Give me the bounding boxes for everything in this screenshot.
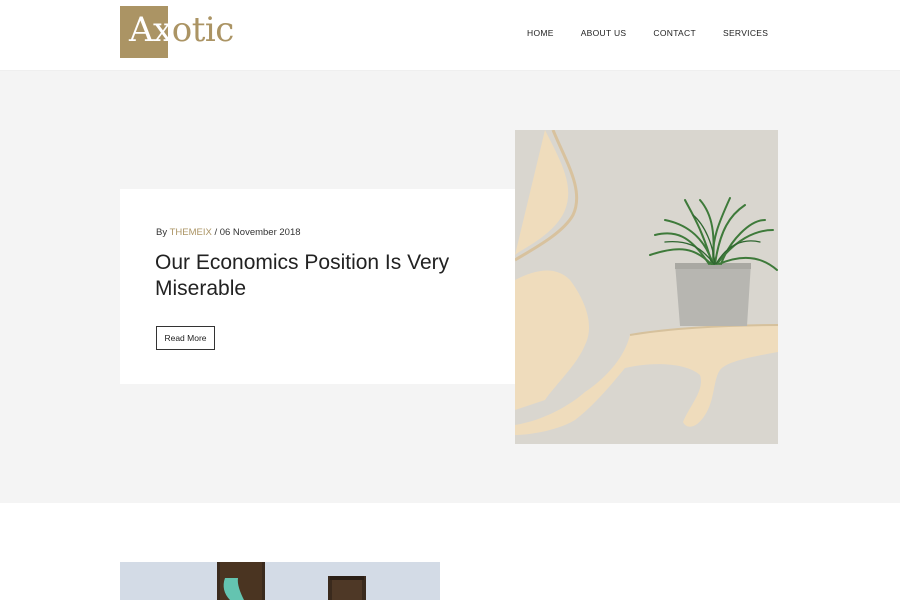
featured-post-section: By THEMEIX / 06 November 2018 Our Econom…: [0, 71, 900, 503]
nav-item-contact[interactable]: CONTACT: [653, 28, 696, 38]
site-header: Axotic HOME ABOUT US CONTACT SERVICES: [0, 0, 900, 71]
meta-prefix: By: [156, 227, 168, 238]
post-title[interactable]: Our Economics Position Is Very Miserable: [155, 250, 485, 302]
plant-on-branch-shelf-image[interactable]: [515, 130, 778, 444]
main-nav: HOME ABOUT US CONTACT SERVICES: [527, 28, 795, 38]
read-more-button[interactable]: Read More: [156, 326, 215, 350]
post-author-link[interactable]: THEMEIX: [170, 227, 212, 238]
post-date: 06 November 2018: [219, 227, 301, 238]
meta-separator: /: [214, 227, 218, 238]
logo-text-part2: otic: [171, 10, 235, 50]
site-logo[interactable]: Axotic: [120, 6, 234, 58]
post-meta: By THEMEIX / 06 November 2018: [156, 227, 301, 238]
nav-item-about-us[interactable]: ABOUT US: [581, 28, 627, 38]
post-card: By THEMEIX / 06 November 2018 Our Econom…: [120, 189, 515, 384]
bottles-image[interactable]: [120, 562, 440, 600]
logo-wordmark: Axotic: [129, 10, 234, 50]
nav-item-services[interactable]: SERVICES: [723, 28, 768, 38]
next-post-section: [0, 503, 900, 600]
logo-text-part1: Ax: [129, 10, 172, 50]
nav-item-home[interactable]: HOME: [527, 28, 554, 38]
